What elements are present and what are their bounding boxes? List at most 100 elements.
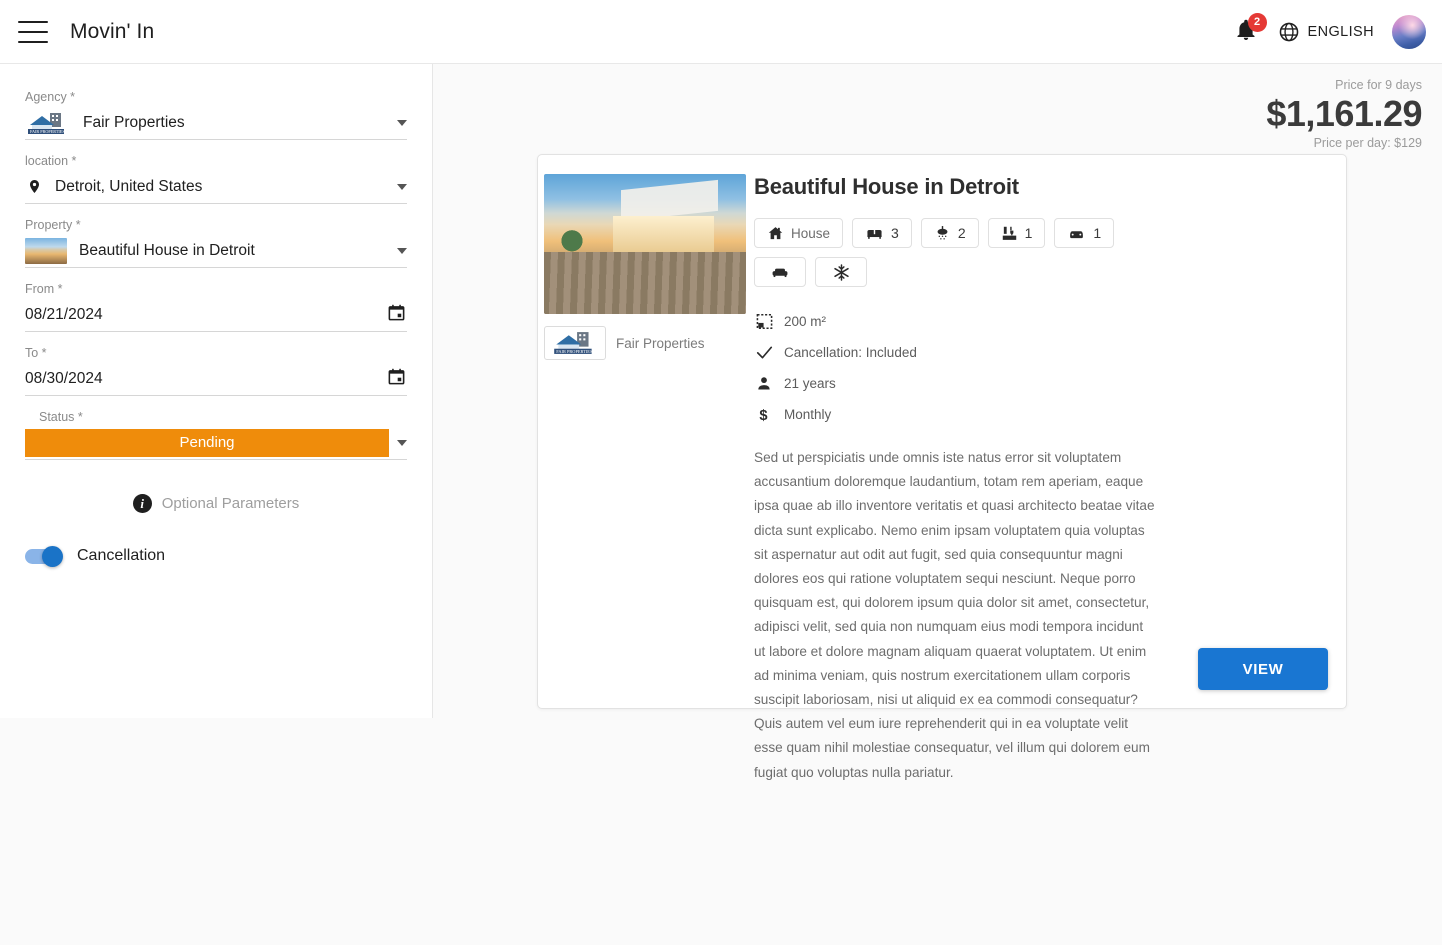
card-agency-name: Fair Properties xyxy=(616,335,705,351)
property-description: Sed ut perspiciatis unde omnis iste natu… xyxy=(754,450,1155,780)
fair-properties-logo: FAIR PROPERTIES xyxy=(25,110,71,136)
detail-text: 21 years xyxy=(784,375,836,391)
shower-icon xyxy=(937,225,948,240)
svg-text:$: $ xyxy=(759,407,767,423)
to-date-label: To * xyxy=(25,346,47,360)
from-date-label: From * xyxy=(25,282,63,296)
detail-rental-term: $ Monthly xyxy=(754,404,1322,424)
property-card-media: FAIR PROPERTIES Fair Properties xyxy=(538,174,746,785)
svg-text:FAIR PROPERTIES: FAIR PROPERTIES xyxy=(30,129,65,134)
language-label: ENGLISH xyxy=(1307,23,1374,40)
property-value: Beautiful House in Detroit xyxy=(79,241,255,259)
switch-knob xyxy=(42,545,63,567)
detail-text: Cancellation: Included xyxy=(784,344,917,360)
to-date-value: 08/30/2024 xyxy=(25,369,103,387)
property-select[interactable]: Beautiful House in Detroit xyxy=(25,234,407,268)
notification-badge: 2 xyxy=(1247,12,1267,32)
map-pin-icon xyxy=(25,177,43,196)
svg-text:FAIR PROPERTIES: FAIR PROPERTIES xyxy=(556,349,593,354)
info-icon: i xyxy=(132,494,152,513)
to-date-input[interactable]: 08/30/2024 xyxy=(25,362,407,396)
detail-area: 200 m² xyxy=(754,311,1322,331)
location-field: location * Detroit, United States xyxy=(25,154,407,204)
chip-value: 1 xyxy=(1024,225,1033,241)
detail-text: 200 m² xyxy=(784,313,827,329)
agency-select[interactable]: FAIR PROPERTIES Fair Properties xyxy=(25,106,407,140)
property-card-title: Beautiful House in Detroit xyxy=(754,174,1019,199)
bed-icon xyxy=(867,229,882,239)
cancellation-row: Cancellation xyxy=(25,545,407,567)
property-detail-list: 200 m² Cancellation: Included 21 years $… xyxy=(754,311,1322,424)
chip-value: 3 xyxy=(891,225,899,241)
detail-cancellation: Cancellation: Included xyxy=(754,342,1322,362)
detail-minimum-age: 21 years xyxy=(754,373,1322,393)
price-caption: Price for 9 days xyxy=(1335,78,1422,92)
property-photo[interactable] xyxy=(544,174,746,314)
chevron-down-icon[interactable] xyxy=(397,183,407,190)
sofa-icon xyxy=(772,268,788,277)
detail-text: Monthly xyxy=(784,406,832,422)
chevron-down-icon[interactable] xyxy=(397,247,407,254)
agency-label: Agency * xyxy=(25,90,76,104)
agency-value: Fair Properties xyxy=(83,113,185,131)
notifications-button[interactable]: 2 xyxy=(1234,12,1267,47)
calendar-icon[interactable] xyxy=(387,367,407,391)
chip-value: 1 xyxy=(1093,225,1102,241)
avatar[interactable] xyxy=(1392,14,1426,49)
price-amount: $1,161.29 xyxy=(1266,93,1422,134)
booking-form-sidebar: Agency * FAIR PROPERTIES Fair Properties… xyxy=(0,64,433,718)
cancellation-label: Cancellation xyxy=(77,547,166,564)
price-summary: Price for 9 days $1,161.29 Price per day… xyxy=(1266,78,1422,150)
car-icon xyxy=(1070,230,1084,238)
optional-parameters-label: Optional Parameters xyxy=(161,495,300,512)
from-date-field: From * 08/21/2024 xyxy=(25,282,407,332)
agency-field: Agency * FAIR PROPERTIES Fair Properties xyxy=(25,90,407,140)
price-per-day: Price per day: $129 xyxy=(1313,136,1422,150)
status-select[interactable]: Pending xyxy=(25,426,407,460)
chip-bathrooms[interactable]: 2 xyxy=(920,218,979,248)
app-bar-actions: 2 ENGLISH xyxy=(1234,12,1442,49)
cancellation-switch[interactable] xyxy=(25,545,63,567)
status-field: Status * Pending xyxy=(25,410,407,460)
check-icon xyxy=(754,342,774,362)
from-date-value: 08/21/2024 xyxy=(25,305,103,323)
chip-label: House xyxy=(791,225,831,241)
home-icon xyxy=(768,226,783,239)
main-content: Price for 9 days $1,161.29 Price per day… xyxy=(433,64,1442,945)
chevron-down-icon[interactable] xyxy=(397,119,407,126)
kitchen-icon xyxy=(1002,226,1016,240)
fair-properties-logo: FAIR PROPERTIES xyxy=(544,326,606,360)
chip-property-type[interactable]: House xyxy=(754,218,844,248)
hamburger-menu-icon[interactable] xyxy=(18,20,48,43)
globe-icon xyxy=(1279,22,1298,41)
status-badge: Pending xyxy=(25,428,389,457)
chip-value: 2 xyxy=(957,225,966,241)
view-button[interactable]: VIEW xyxy=(1198,648,1328,690)
location-value: Detroit, United States xyxy=(55,177,203,195)
property-card-body: Beautiful House in Detroit House 3 2 1 1… xyxy=(744,174,1346,785)
dollar-icon: $ xyxy=(754,404,774,424)
property-label: Property * xyxy=(25,218,81,232)
chip-parking[interactable]: 1 xyxy=(1054,218,1115,248)
page-title: Movin' In xyxy=(70,19,155,43)
property-field: Property * Beautiful House in Detroit xyxy=(25,218,407,268)
calendar-icon[interactable] xyxy=(387,303,407,327)
status-label: Status * xyxy=(39,410,83,424)
snowflake-icon xyxy=(833,263,849,281)
to-date-field: To * 08/30/2024 xyxy=(25,346,407,396)
chevron-down-icon[interactable] xyxy=(397,439,407,446)
language-selector[interactable]: ENGLISH xyxy=(1278,21,1374,43)
chip-kitchens[interactable]: 1 xyxy=(987,218,1046,248)
property-thumbnail xyxy=(25,237,67,264)
location-select[interactable]: Detroit, United States xyxy=(25,170,407,204)
card-agency-badge: FAIR PROPERTIES Fair Properties xyxy=(544,326,744,360)
person-icon xyxy=(754,373,774,393)
chip-bedrooms[interactable]: 3 xyxy=(852,218,912,248)
from-date-input[interactable]: 08/21/2024 xyxy=(25,298,407,332)
app-bar: Movin' In 2 ENGLISH xyxy=(0,0,1442,64)
area-icon xyxy=(754,311,774,331)
chip-air-conditioning[interactable] xyxy=(815,257,867,287)
location-label: location * xyxy=(25,154,77,168)
optional-parameters-toggle[interactable]: i Optional Parameters xyxy=(25,494,407,513)
chip-furnished[interactable] xyxy=(754,257,806,287)
